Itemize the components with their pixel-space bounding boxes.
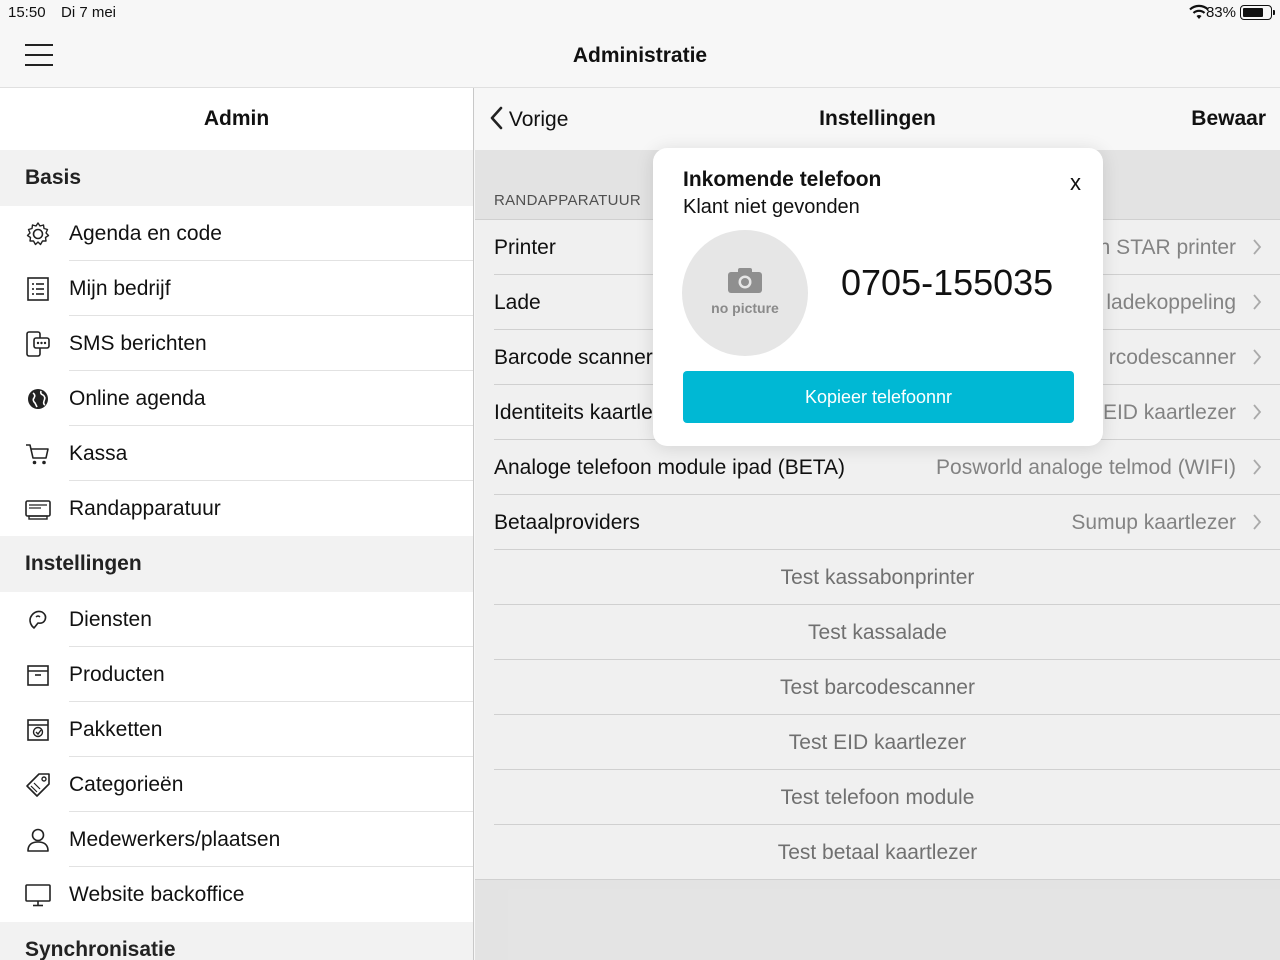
status-bar: 15:50 Di 7 mei 83% [0,0,1280,26]
battery-percentage: 83% [1205,4,1236,21]
sidebar-section-header: Basis [0,150,473,206]
sidebar-item-diensten[interactable]: Diensten [0,592,473,647]
sidebar-item-online-agenda[interactable]: Online agenda [0,371,473,426]
devices-icon [25,500,51,520]
admin-sidebar: Admin Basis Agenda en code Mijn bedrijf SMS… [0,88,474,960]
phone-number: 0705-155035 [841,262,1054,303]
box-icon [27,665,49,686]
copy-phone-button[interactable]: Kopieer telefoonnr [683,371,1074,423]
sidebar-item-label: SMS berichten [69,316,473,371]
popup-title: Inkomende telefoon [683,168,882,191]
camera-icon [728,268,762,293]
page-title: Administratie [572,44,708,67]
settings-navbar: Vorige Instellingen Bewaar [475,88,1280,150]
sidebar-header: Admin [0,88,473,150]
sidebar-item-medewerkers-plaatsen[interactable]: Medewerkers/plaatsen [0,812,473,867]
globe-icon [28,389,48,409]
sidebar-item-label: Diensten [69,592,473,647]
top-navigation: Administratie [0,26,1280,88]
sidebar-item-label: Website backoffice [69,883,245,906]
sidebar-item-label: Randapparatuur [69,497,221,520]
sidebar-item-sms-berichten[interactable]: SMS berichten [0,316,473,371]
sidebar-item-label: Mijn bedrijf [69,261,473,316]
sidebar-item-label: Medewerkers/plaatsen [69,812,473,867]
sidebar-item-mijn-bedrijf[interactable]: Mijn bedrijf [0,261,473,316]
sidebar-item-label: Kassa [69,426,473,481]
sidebar-item-label: Agenda en code [69,206,473,261]
popup-subtitle: Klant niet gevonden [683,196,860,218]
battery-fill [1243,8,1263,17]
cart-icon [26,444,49,465]
gear-icon [26,222,50,246]
sidebar-item-randapparatuur[interactable]: Randapparatuur [0,481,473,536]
monitor-icon [25,884,51,907]
status-date: Di 7 mei [61,4,117,21]
sidebar-section-header: Instellingen [0,536,473,592]
save-button[interactable]: Bewaar [1191,107,1266,131]
sms-icon [26,331,50,357]
sidebar-item-kassa[interactable]: Kassa [0,426,473,481]
person-icon [27,828,49,852]
status-time: 15:50 [8,4,46,21]
tag-icon [26,773,50,797]
sidebar-item-label: Categorieën [69,757,473,812]
sidebar-item-website-backoffice[interactable]: Website backoffice [0,867,473,922]
settings-title: Instellingen [819,107,936,130]
service-icon [29,610,47,629]
sidebar-section-header: Synchronisatie [0,922,473,960]
sidebar-item-label: Online agenda [69,371,473,426]
sidebar-item-categorie-n[interactable]: Categorieën [0,757,473,812]
battery-icon [1240,5,1275,20]
package-icon [27,719,49,741]
list-icon [27,277,49,301]
no-picture-label: no picture [711,300,779,316]
sidebar-item-label: Pakketten [69,702,473,757]
sidebar-item-producten[interactable]: Producten [0,647,473,702]
sidebar-item-pakketten[interactable]: Pakketten [0,702,473,757]
incoming-call-popup: Inkomende telefoon Klant niet gevonden x… [653,148,1103,446]
avatar: no picture [682,230,808,356]
sidebar-item-label: Producten [69,647,473,702]
close-button[interactable]: x [1070,170,1081,196]
sidebar-item-agenda-en-code[interactable]: Agenda en code [0,206,473,261]
